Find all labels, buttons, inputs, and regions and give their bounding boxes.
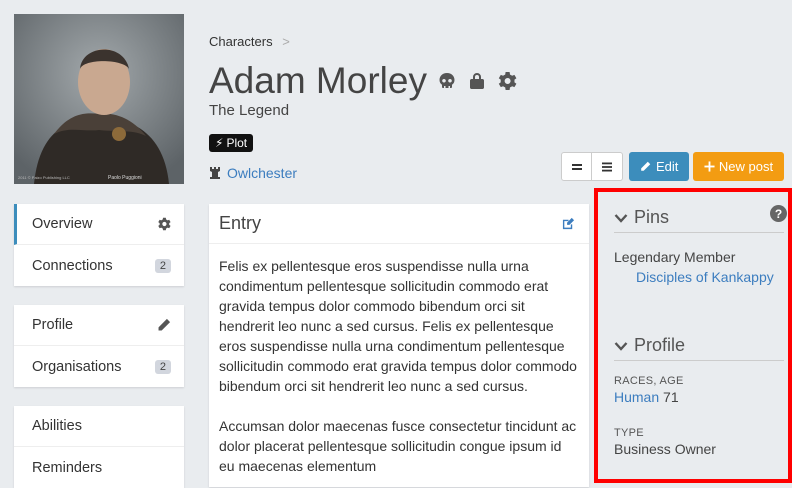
entry-box: Entry Felis ex pellentesque eros suspend…	[209, 204, 589, 487]
menu-item-label: Abilities	[32, 418, 82, 434]
count-badge: 2	[154, 359, 171, 374]
race-link[interactable]: Human	[614, 389, 659, 405]
plot-badge: ⚡ Plot	[209, 134, 254, 152]
edit-button-label: Edit	[656, 159, 679, 174]
pins-section-toggle[interactable]: Pins	[614, 207, 784, 233]
page-title: Adam Morley	[209, 60, 427, 101]
castle-icon	[210, 167, 220, 179]
menu-item-label: Overview	[32, 216, 93, 232]
location-link[interactable]: Owlchester	[227, 165, 297, 181]
pencil-icon[interactable]	[157, 318, 171, 332]
profile-section-toggle[interactable]: Profile	[614, 335, 784, 361]
equals-icon	[571, 163, 582, 170]
plot-badge-label: Plot	[226, 136, 248, 150]
menu-group-main: Overview Connections 2	[14, 204, 184, 286]
menu-item-abilities[interactable]: Abilities	[14, 406, 184, 447]
menu-group-extras: Abilities Reminders	[14, 406, 184, 488]
menu-item-connections[interactable]: Connections 2	[14, 245, 184, 286]
portrait-signature: Paolo Puggioni	[108, 175, 142, 181]
menu-item-label: Profile	[32, 317, 74, 333]
bars-icon	[602, 162, 612, 171]
menu-item-label: Connections	[32, 257, 113, 274]
menu-item-overview[interactable]: Overview	[14, 204, 184, 245]
new-post-button[interactable]: New post	[693, 152, 784, 181]
menu-item-label: Reminders	[32, 459, 103, 476]
layout-list-button[interactable]	[592, 152, 623, 181]
character-portrait: Paolo Puggioni 2011 © Paizo Publishing L…	[14, 14, 184, 184]
chevron-down-icon	[614, 341, 628, 351]
entry-body: Felis ex pellentesque eros suspendisse n…	[209, 244, 589, 476]
menu-item-reminders[interactable]: Reminders	[14, 447, 184, 488]
pin-member-label: Legendary Member	[614, 249, 736, 265]
character-title: The Legend	[209, 102, 290, 119]
chevron-down-icon	[614, 213, 628, 223]
plus-icon	[704, 161, 715, 172]
gear-icon[interactable]	[157, 217, 171, 231]
count-badge: 2	[154, 258, 171, 273]
portrait-illustration: Paolo Puggioni 2011 © Paizo Publishing L…	[14, 14, 184, 184]
skull-icon	[439, 73, 455, 88]
title-row: Adam Morley	[209, 60, 517, 102]
races-age-label: RACES, AGE	[614, 375, 684, 387]
layout-toggle	[561, 152, 623, 181]
portrait-copyright: 2011 © Paizo Publishing LLC	[18, 175, 70, 180]
type-label: TYPE	[614, 427, 644, 439]
entry-paragraph: Accumsan dolor maecenas fusce consectetu…	[219, 418, 577, 474]
breadcrumb-link-characters[interactable]: Characters	[209, 34, 273, 49]
pins-title: Pins	[634, 207, 670, 227]
lock-icon	[469, 73, 484, 89]
races-age-value: Human 71	[614, 389, 679, 405]
type-value: Business Owner	[614, 441, 716, 457]
entry-paragraph: Felis ex pellentesque eros suspendisse n…	[219, 258, 577, 394]
menu-group-profile: Profile Organisations 2	[14, 305, 184, 387]
pin-organisation-link[interactable]: Disciples of Kankappy	[636, 269, 774, 285]
age-value: 71	[663, 389, 679, 405]
breadcrumb-separator: >	[282, 34, 290, 49]
menu-item-profile[interactable]: Profile	[14, 305, 184, 346]
menu-item-organisations[interactable]: Organisations 2	[14, 346, 184, 387]
location: Owlchester	[209, 165, 297, 181]
layout-two-column-button[interactable]	[561, 152, 592, 181]
edit-icon[interactable]	[562, 217, 575, 230]
pencil-icon	[641, 161, 651, 171]
profile-title: Profile	[634, 335, 686, 355]
entry-title: Entry	[219, 213, 262, 233]
new-post-button-label: New post	[718, 159, 774, 174]
breadcrumb: Characters >	[209, 34, 290, 49]
edit-button[interactable]: Edit	[629, 152, 690, 181]
entry-header: Entry	[209, 204, 589, 244]
lightning-icon: ⚡	[215, 136, 224, 150]
menu-item-label: Organisations	[32, 358, 122, 375]
gear-icon[interactable]	[497, 71, 517, 91]
